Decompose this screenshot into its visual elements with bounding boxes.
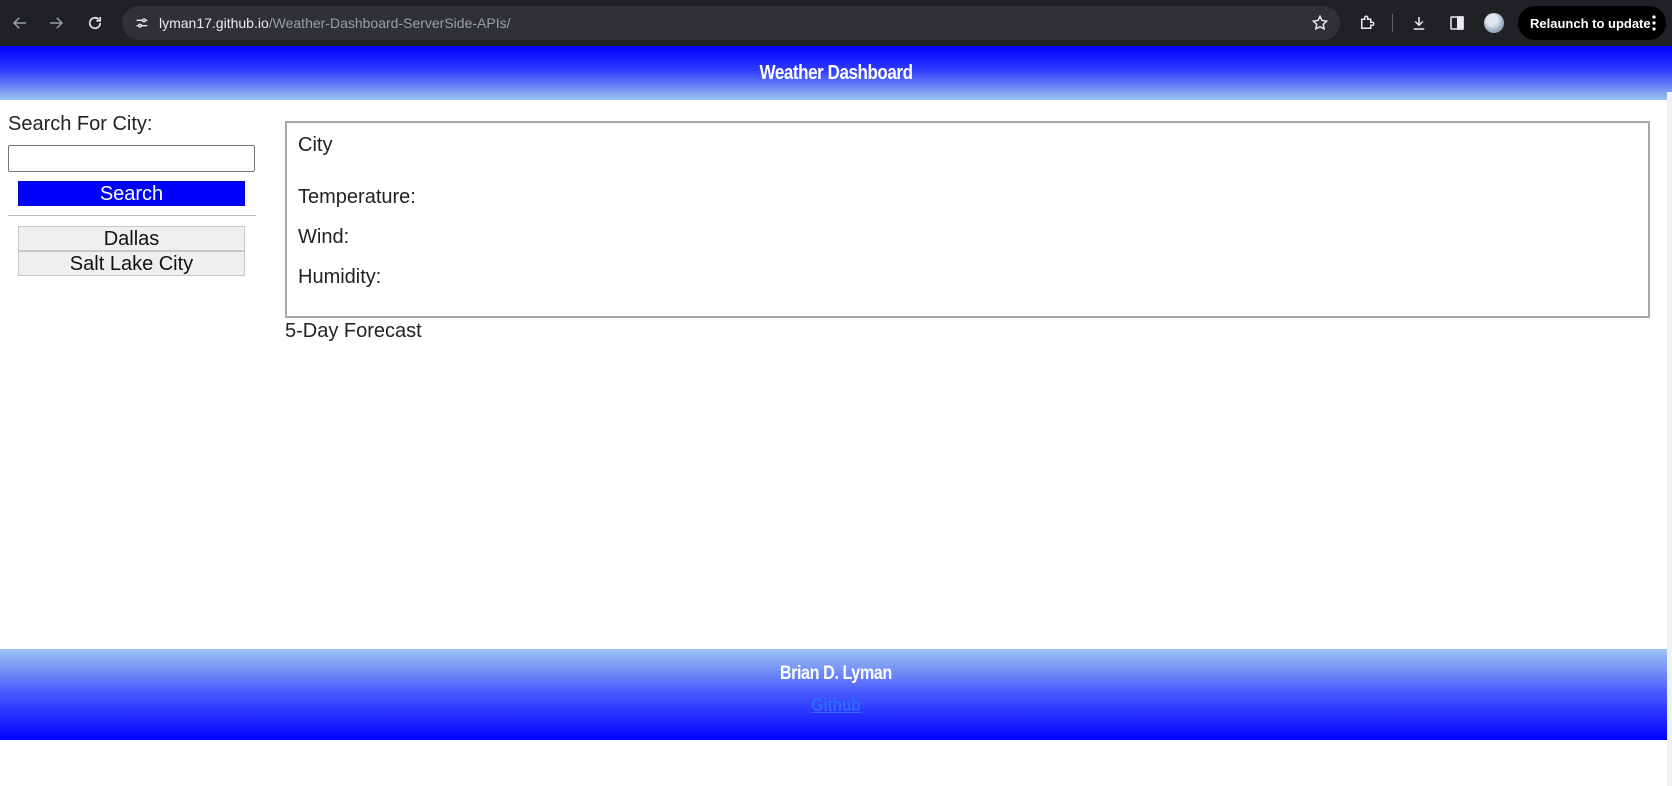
temperature-label: Temperature: (298, 186, 416, 208)
reload-button[interactable] (81, 9, 109, 37)
extensions-button[interactable] (1353, 9, 1381, 37)
search-history: Dallas Salt Lake City (18, 226, 256, 276)
side-panel-icon (1450, 16, 1464, 30)
wind-label: Wind: (298, 226, 350, 248)
github-link-wrap: Github (0, 695, 1672, 716)
side-panel-button[interactable] (1443, 9, 1471, 37)
scrollbar[interactable] (1667, 92, 1672, 786)
page-footer: Brian D. Lyman Github (0, 649, 1672, 740)
browser-toolbar: lyman17.github.io/Weather-Dashboard-Serv… (0, 0, 1672, 46)
forward-button[interactable] (42, 9, 70, 37)
page: Weather Dashboard Search For City: Searc… (0, 46, 1672, 786)
bookmark-button[interactable] (1308, 11, 1332, 35)
avatar[interactable] (1484, 13, 1504, 33)
downloads-button[interactable] (1405, 9, 1433, 37)
city-name: City (298, 134, 333, 156)
sidebar-divider (8, 215, 256, 216)
toolbar-divider (1392, 14, 1393, 32)
site-info-button[interactable] (130, 11, 154, 35)
address-bar[interactable]: lyman17.github.io/Weather-Dashboard-Serv… (122, 6, 1340, 40)
kebab-menu-icon (1652, 15, 1656, 31)
search-sidebar: Search For City: Search Dallas Salt Lake… (8, 112, 256, 276)
url-path: /Weather-Dashboard-ServerSide-APIs/ (268, 15, 511, 31)
tune-icon (136, 18, 148, 28)
search-button[interactable]: Search (18, 181, 245, 206)
url-text[interactable]: lyman17.github.io/Weather-Dashboard-Serv… (159, 14, 510, 32)
star-icon (1311, 14, 1329, 31)
relaunch-button[interactable]: Relaunch to update (1518, 6, 1666, 40)
history-button-salt-lake-city[interactable]: Salt Lake City (18, 251, 245, 276)
back-button[interactable] (6, 9, 34, 37)
current-weather-card: City Temperature: Wind: Humidity: (285, 121, 1650, 318)
forecast-title: 5-Day Forecast (285, 320, 422, 342)
city-search-input[interactable] (8, 145, 255, 172)
relaunch-label: Relaunch to update (1530, 15, 1651, 31)
author-name: Brian D. Lyman (0, 663, 1672, 685)
arrow-left-icon (12, 17, 26, 29)
github-link[interactable]: Github (811, 695, 860, 716)
download-icon (1413, 17, 1425, 30)
arrow-right-icon (50, 17, 64, 29)
history-button-dallas[interactable]: Dallas (18, 226, 245, 251)
puzzle-icon (1361, 15, 1375, 29)
reload-icon (88, 16, 102, 30)
page-header: Weather Dashboard (0, 46, 1672, 100)
author-name-text: Brian D. Lyman (780, 663, 892, 684)
page-title: Weather Dashboard (759, 61, 913, 84)
url-host: lyman17.github.io (159, 15, 269, 31)
search-label: Search For City: (8, 113, 153, 135)
humidity-label: Humidity: (298, 266, 382, 288)
